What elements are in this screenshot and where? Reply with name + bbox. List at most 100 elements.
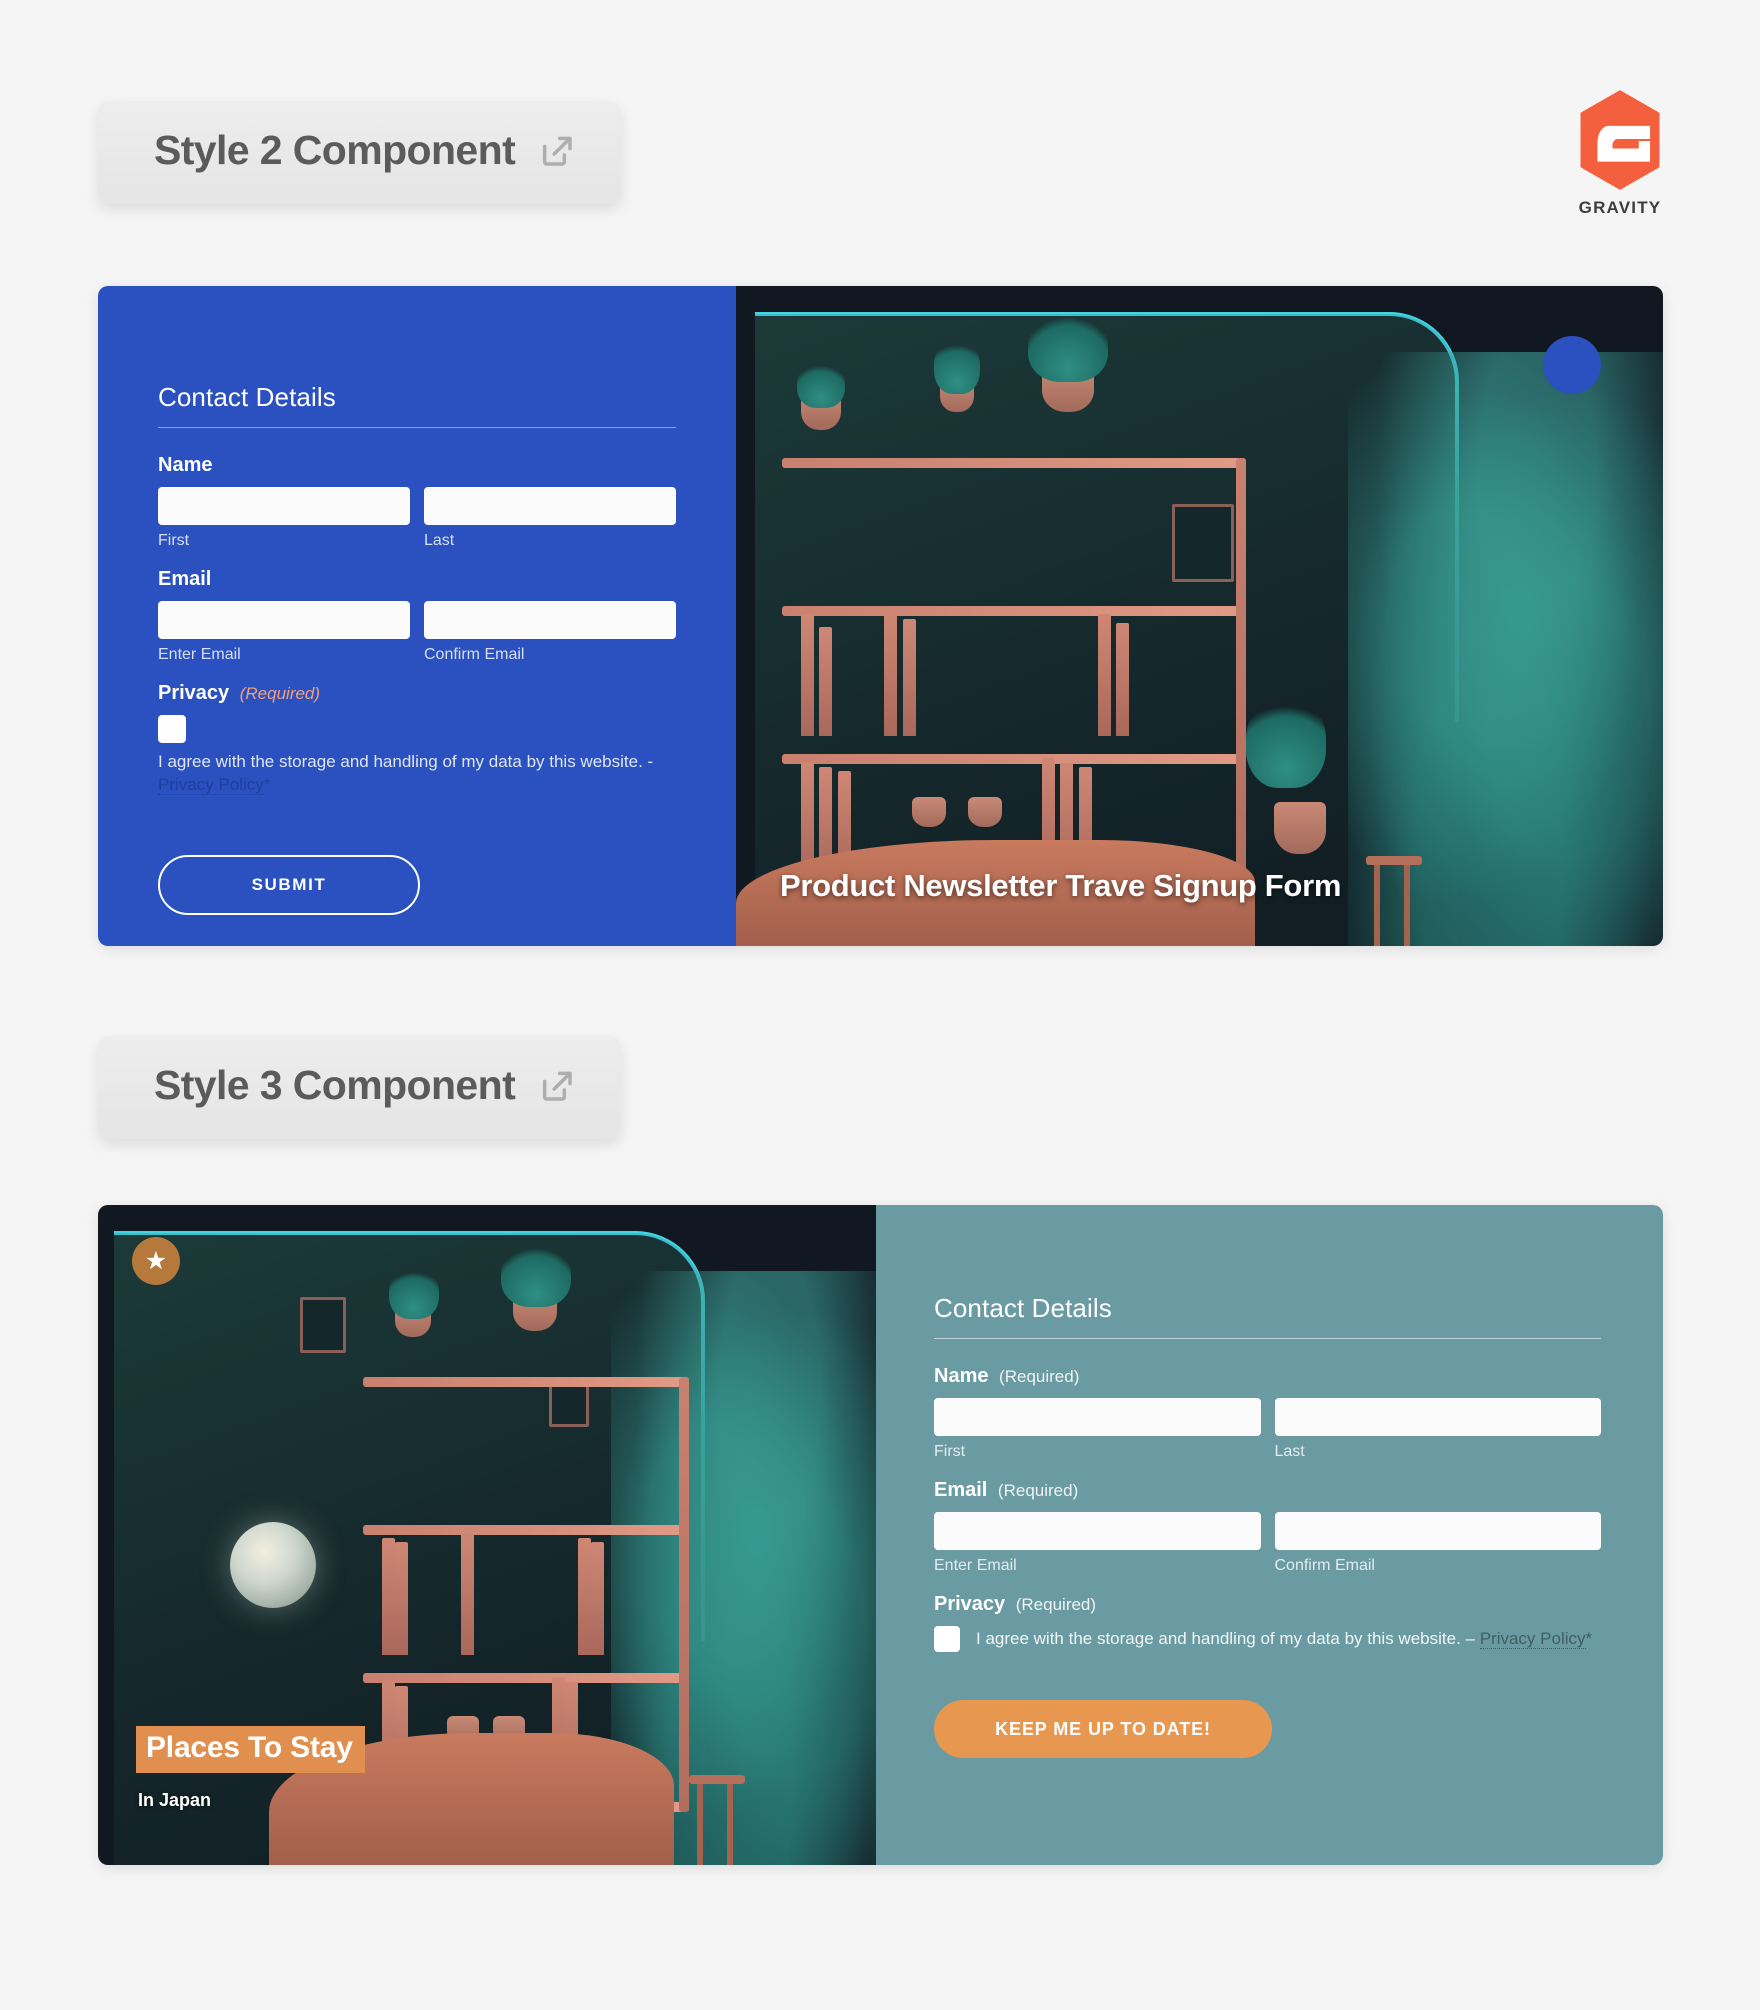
small-potted-plant: [912, 797, 947, 828]
book: [460, 1533, 474, 1656]
form-title: Contact Details: [934, 1293, 1112, 1323]
privacy-policy-link[interactable]: Privacy Policy: [158, 774, 264, 795]
privacy-consent-group: I agree with the storage and handling of…: [934, 1626, 1601, 1652]
last-name-col: Last: [1274, 1398, 1601, 1461]
privacy-label-text: Privacy: [934, 1593, 1006, 1615]
name-field-row: First Last: [934, 1398, 1601, 1461]
plant-foliage: [500, 1240, 571, 1307]
privacy-required-asterisk: *: [1585, 1628, 1593, 1648]
last-name-sublabel: Last: [1274, 1443, 1305, 1460]
enter-email-sublabel: Enter Email: [934, 1557, 1017, 1574]
image-tag-label: Places To Stay: [136, 1726, 365, 1773]
gravity-wordmark: GRAVITY: [1578, 198, 1662, 217]
first-name-input[interactable]: [934, 1398, 1261, 1436]
hero-caption: Product Newsletter Trave Signup Form: [780, 868, 1342, 903]
shelf-third: [782, 753, 1246, 764]
keep-me-up-to-date-button[interactable]: KEEP ME UP TO DATE!: [934, 1700, 1272, 1758]
enter-email-col: Enter Email: [934, 1512, 1261, 1575]
privacy-consent-text: I agree with the storage and handling of…: [976, 1628, 1592, 1651]
globe-lamp: [230, 1521, 317, 1608]
book: [578, 1537, 592, 1656]
privacy-policy-link[interactable]: Privacy Policy: [1479, 1628, 1586, 1649]
last-name-col: Last: [424, 487, 676, 550]
plant-foliage: [389, 1264, 440, 1319]
form-title: Contact Details: [158, 382, 336, 412]
submit-button[interactable]: SUBMIT: [158, 854, 420, 915]
email-field-row: Enter Email Confirm Email: [934, 1512, 1601, 1575]
book: [395, 1542, 409, 1656]
privacy-required-note: (Required): [1015, 1595, 1097, 1614]
name-label-text: Name: [158, 454, 213, 476]
book: [1116, 623, 1130, 737]
consent-sentence: I agree with the storage and handling of…: [976, 1628, 1475, 1648]
shelf-third: [362, 1672, 690, 1683]
blue-circle-badge[interactable]: [1543, 336, 1601, 394]
book: [382, 1537, 396, 1656]
email-field-label: Email (Required): [934, 1479, 1601, 1502]
email-field-label: Email: [158, 568, 676, 591]
shelf-second: [782, 605, 1246, 616]
section-header-style-3[interactable]: Style 3 Component: [98, 1036, 622, 1139]
floor-plant-foliage: [1245, 691, 1326, 788]
confirm-email-input[interactable]: [424, 601, 676, 639]
confirm-email-sublabel: Confirm Email: [424, 646, 525, 663]
section-header-label: Style 3 Component: [154, 1062, 516, 1108]
gravity-hex-logo: [1580, 90, 1660, 190]
last-name-input[interactable]: [424, 487, 676, 525]
name-field-row: First Last: [158, 487, 676, 550]
first-name-col: First: [158, 487, 410, 550]
name-required-note: (Required): [999, 1367, 1080, 1386]
shelf-top: [782, 457, 1246, 468]
wooden-stool: [689, 1775, 746, 1865]
book: [819, 627, 833, 737]
shelf-post: [1235, 457, 1246, 894]
last-name-input[interactable]: [1274, 1398, 1601, 1436]
enter-email-col: Enter Email: [158, 601, 410, 664]
section-header-style-2[interactable]: Style 2 Component: [98, 101, 622, 204]
shelf-post: [679, 1376, 690, 1813]
form-title-divider: [934, 1338, 1601, 1339]
privacy-checkbox[interactable]: [934, 1626, 960, 1652]
privacy-checkbox[interactable]: [158, 715, 186, 743]
form-title-divider: [158, 427, 676, 428]
enter-email-input[interactable]: [158, 601, 410, 639]
plant-room-illustration: [736, 286, 1663, 946]
book: [902, 618, 916, 737]
floor-potted-plant: [1273, 801, 1326, 854]
book: [884, 614, 898, 737]
external-link-icon: [543, 1071, 572, 1101]
first-name-col: First: [934, 1398, 1261, 1461]
wall-art-frame: [300, 1297, 347, 1354]
privacy-field-label: Privacy (Required): [934, 1593, 1601, 1616]
plant-foliage: [1027, 309, 1108, 382]
style-3-component-card: ★ Places To Stay In Japan Contact Detail…: [98, 1205, 1663, 1865]
email-required-note: (Required): [997, 1481, 1079, 1500]
privacy-field-label: Privacy (Required): [158, 682, 676, 705]
email-label-text: Email: [934, 1479, 988, 1501]
star-icon[interactable]: ★: [132, 1237, 180, 1285]
style-3-hero-image: ★ Places To Stay In Japan: [98, 1205, 876, 1865]
book: [800, 614, 814, 737]
style-2-component-card: Contact Details Name First Last Email En…: [98, 286, 1663, 946]
privacy-required-note: (Required): [239, 684, 321, 703]
contact-form-blue: Contact Details Name First Last Email En…: [98, 286, 736, 946]
confirm-email-col: Confirm Email: [424, 601, 676, 664]
cactus-foliage: [933, 335, 980, 394]
first-name-sublabel: First: [158, 532, 190, 549]
style-2-hero-image: Product Newsletter Trave Signup Form: [736, 286, 1663, 946]
plant-foliage: [796, 359, 845, 408]
gravity-logo: GRAVITY: [1540, 88, 1700, 218]
external-link-icon: [543, 136, 572, 166]
shelf-second: [362, 1524, 690, 1535]
small-potted-plant: [967, 797, 1002, 828]
enter-email-input[interactable]: [934, 1512, 1261, 1550]
confirm-email-col: Confirm Email: [1274, 1512, 1601, 1575]
first-name-sublabel: First: [934, 1443, 966, 1460]
first-name-input[interactable]: [158, 487, 410, 525]
book: [591, 1542, 605, 1656]
confirm-email-input[interactable]: [1274, 1512, 1601, 1550]
